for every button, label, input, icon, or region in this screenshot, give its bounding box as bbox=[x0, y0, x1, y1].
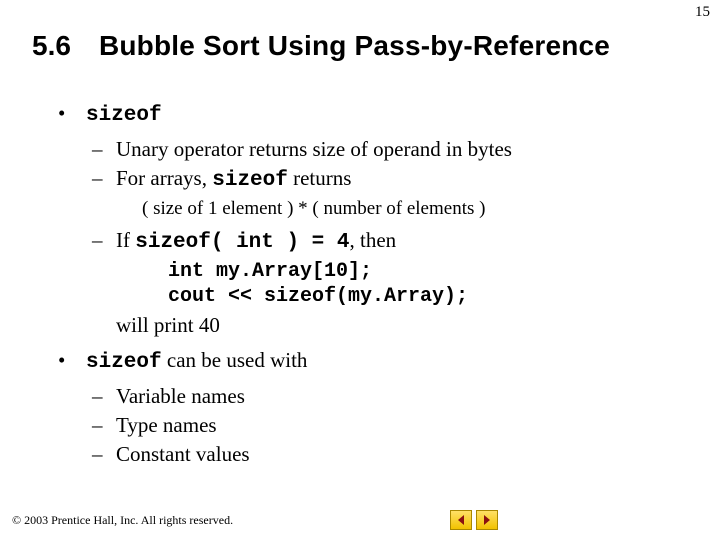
chevron-left-icon bbox=[456, 514, 466, 526]
formula-line: ( size of 1 element ) * ( number of elem… bbox=[142, 197, 680, 221]
next-button[interactable] bbox=[476, 510, 498, 530]
dash-list-2: Variable names Type names Constant value… bbox=[92, 383, 680, 468]
bullet-sizeof-used-with: sizeof can be used with bbox=[56, 347, 680, 377]
nav-arrows bbox=[450, 510, 498, 530]
code-sizeof-2: sizeof bbox=[86, 351, 162, 374]
code-line-1: int my.Array[10]; bbox=[168, 259, 680, 285]
text-used-with: can be used with bbox=[162, 348, 308, 372]
heading-number: 5.6 bbox=[32, 30, 71, 62]
text-suffix: , then bbox=[350, 228, 397, 252]
dash-if-sizeof-int: If sizeof( int ) = 4, then bbox=[92, 227, 680, 257]
prev-button[interactable] bbox=[450, 510, 472, 530]
dash-for-arrays: For arrays, sizeof returns bbox=[92, 165, 680, 195]
chevron-right-icon bbox=[482, 514, 492, 526]
bullet-sizeof: sizeof bbox=[56, 100, 680, 130]
code-block: int my.Array[10]; cout << sizeof(my.Arra… bbox=[168, 259, 680, 310]
heading-title: Bubble Sort Using Pass-by-Reference bbox=[99, 30, 610, 62]
dash-list-1b: If sizeof( int ) = 4, then bbox=[92, 227, 680, 257]
slide-heading: 5.6 Bubble Sort Using Pass-by-Reference bbox=[32, 30, 688, 62]
slide-content: sizeof Unary operator returns size of op… bbox=[56, 100, 680, 469]
code-sizeof-inline: sizeof bbox=[212, 169, 288, 192]
footer: © 2003 Prentice Hall, Inc. All rights re… bbox=[12, 510, 708, 530]
text-prefix: If bbox=[116, 228, 135, 252]
code-line-2: cout << sizeof(my.Array); bbox=[168, 284, 680, 310]
copyright-symbol: © bbox=[12, 513, 21, 528]
dash-list-1: Unary operator returns size of operand i… bbox=[92, 136, 680, 195]
dash-variable-names: Variable names bbox=[92, 383, 680, 410]
copyright-text: 2003 Prentice Hall, Inc. All rights rese… bbox=[24, 513, 233, 528]
dash-constant-values: Constant values bbox=[92, 441, 680, 468]
copyright: © 2003 Prentice Hall, Inc. All rights re… bbox=[12, 513, 233, 528]
code-sizeof: sizeof bbox=[86, 104, 162, 127]
page-number: 15 bbox=[695, 4, 710, 21]
code-sizeof-int: sizeof( int ) = 4 bbox=[135, 231, 349, 254]
text-prefix: For arrays, bbox=[116, 166, 212, 190]
trail-text: will print 40 bbox=[116, 312, 680, 339]
text-suffix: returns bbox=[288, 166, 352, 190]
dash-unary: Unary operator returns size of operand i… bbox=[92, 136, 680, 163]
dash-type-names: Type names bbox=[92, 412, 680, 439]
